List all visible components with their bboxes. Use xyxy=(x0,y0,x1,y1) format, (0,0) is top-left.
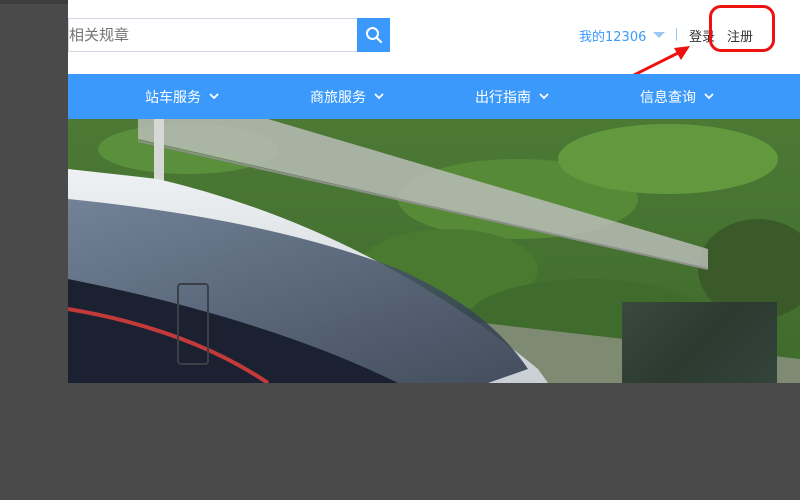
chevron-down-icon xyxy=(374,93,384,100)
caret-down-icon[interactable] xyxy=(653,32,665,38)
nav-item-info-query[interactable]: 信息查询 xyxy=(640,74,714,119)
chevron-down-icon xyxy=(209,93,219,100)
search-input[interactable] xyxy=(68,18,358,52)
chevron-down-icon xyxy=(704,93,714,100)
search-icon xyxy=(365,27,382,44)
chevron-down-icon xyxy=(539,93,549,100)
nav-item-travel-guide[interactable]: 出行指南 xyxy=(475,74,549,119)
nav-item-station-service[interactable]: 站车服务 xyxy=(145,74,219,119)
search-button[interactable] xyxy=(357,18,390,52)
nav-item-business-travel[interactable]: 商旅服务 xyxy=(310,74,384,119)
site-header: 我的12306 登录 注册 xyxy=(68,0,800,77)
annotation-highlight xyxy=(709,5,775,52)
main-nav: 站车服务 商旅服务 出行指南 信息查询 xyxy=(68,74,800,119)
floating-panel xyxy=(622,302,777,383)
